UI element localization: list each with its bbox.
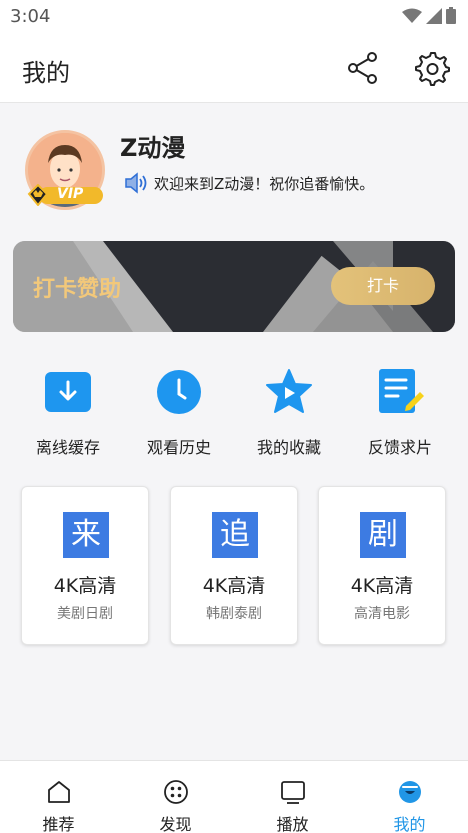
- download-icon: [45, 372, 91, 412]
- qa-label: 我的收藏: [256, 438, 321, 457]
- page-title: 我的: [22, 59, 70, 87]
- vip-label: VIP: [57, 186, 84, 202]
- qa-offline-cache[interactable]: 离线缓存: [18, 368, 118, 458]
- vip-badge: VIP: [27, 184, 105, 206]
- category-card[interactable]: 追 4K高清 韩剧泰剧: [170, 486, 298, 645]
- profile-section: VIP Z动漫 欢迎来到Z动漫！祝你追番愉快。: [0, 104, 468, 224]
- card-icon: 剧: [360, 512, 406, 558]
- profile-icon: [398, 781, 421, 803]
- speaker-icon: [125, 172, 147, 194]
- signal-icon: [426, 7, 442, 24]
- clock-icon: [157, 370, 201, 414]
- nav-label: 发现: [159, 815, 192, 833]
- checkin-button[interactable]: 打卡: [331, 267, 435, 305]
- welcome-text: 欢迎来到Z动漫！祝你追番愉快。: [154, 174, 375, 193]
- gear-icon: [415, 52, 450, 86]
- wifi-icon: [402, 8, 422, 23]
- card-icon: 追: [212, 512, 258, 558]
- qa-label: 离线缓存: [35, 438, 100, 457]
- card-icon: 来: [63, 512, 109, 558]
- qa-label: 观看历史: [146, 438, 211, 457]
- nav-label: 推荐: [42, 815, 75, 833]
- qa-feedback-request[interactable]: 反馈求片: [350, 368, 450, 458]
- star-play-icon: [266, 369, 312, 413]
- qa-label: 反馈求片: [367, 438, 432, 457]
- discover-icon: [163, 780, 188, 804]
- nav-label: 我的: [393, 815, 426, 833]
- share-icon: [348, 52, 377, 84]
- category-cards: 来 4K高清 美剧日剧 追 4K高清 韩剧泰剧 剧 4K高清 高清电影: [0, 486, 468, 646]
- share-button[interactable]: [346, 51, 380, 85]
- checkin-title: 打卡赞助: [33, 277, 122, 302]
- nav-item-play[interactable]: 播放: [234, 761, 351, 833]
- card-title: 4K高清: [350, 575, 414, 597]
- top-bar: 我的: [0, 33, 468, 103]
- checkin-card[interactable]: 打卡赞助 打卡: [13, 241, 455, 332]
- welcome-message: 欢迎来到Z动漫！祝你追番愉快。: [124, 172, 374, 194]
- quick-actions: 离线缓存 观看历史 我的收藏 反馈求片: [0, 368, 468, 458]
- settings-button[interactable]: [414, 50, 450, 86]
- note-edit-icon: [379, 369, 424, 413]
- bottom-nav: 推荐 发现 播放 我的: [0, 760, 468, 833]
- card-subtitle: 美剧日剧: [57, 606, 113, 622]
- home-icon: [47, 781, 70, 803]
- username: Z动漫: [120, 134, 186, 162]
- nav-item-recommend[interactable]: 推荐: [0, 761, 117, 833]
- category-card[interactable]: 剧 4K高清 高清电影: [318, 486, 446, 645]
- nav-item-mine[interactable]: 我的: [351, 761, 468, 833]
- card-subtitle: 韩剧泰剧: [206, 606, 262, 622]
- nav-label: 播放: [276, 815, 309, 833]
- category-card[interactable]: 来 4K高清 美剧日剧: [21, 486, 149, 645]
- nav-item-discover[interactable]: 发现: [117, 761, 234, 833]
- status-time: 3:04: [10, 6, 51, 27]
- card-title: 4K高清: [53, 575, 117, 597]
- tv-icon: [280, 781, 305, 804]
- qa-my-favorites[interactable]: 我的收藏: [239, 368, 339, 458]
- qa-watch-history[interactable]: 观看历史: [129, 368, 229, 458]
- card-title: 4K高清: [202, 575, 266, 597]
- battery-icon: [446, 7, 456, 24]
- status-icons: [402, 7, 456, 24]
- card-subtitle: 高清电影: [354, 606, 410, 622]
- status-bar: 3:04: [0, 0, 468, 33]
